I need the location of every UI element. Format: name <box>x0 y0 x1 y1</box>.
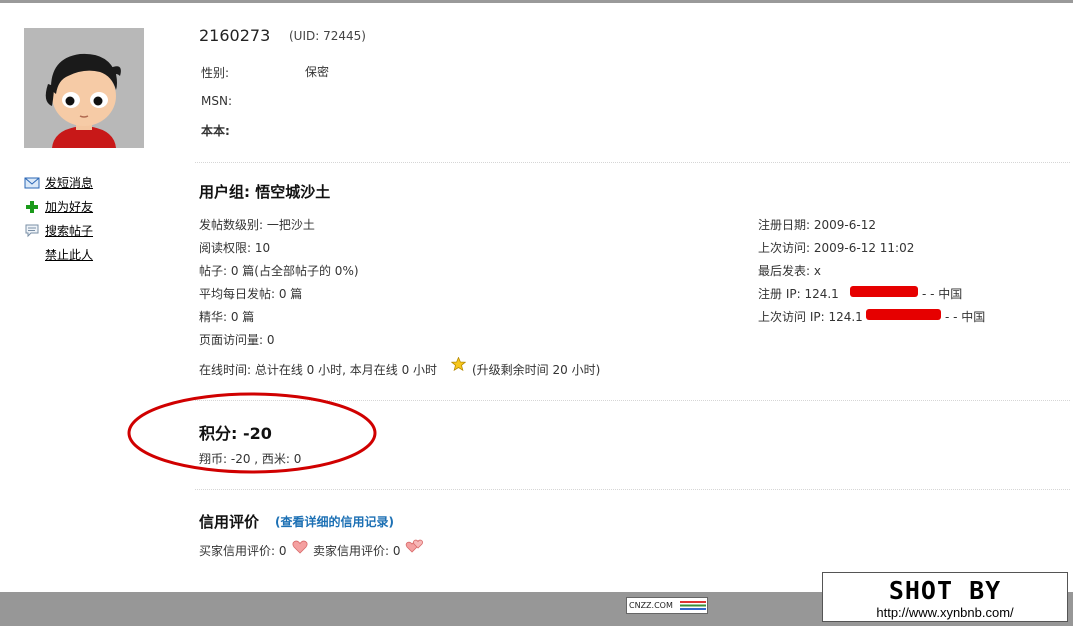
ban-user-label: 禁止此人 <box>45 248 94 262</box>
gender-value: 保密 <box>305 65 330 79</box>
shot-by-text: SHOT BY <box>888 576 1002 605</box>
page-views: 页面访问量: 0 <box>199 333 275 347</box>
read-permission: 阅读权限: 10 <box>199 241 271 255</box>
register-ip-prefix: 注册 IP: 124.1 <box>758 287 839 301</box>
post-count: 帖子: 0 篇(占全部帖子的 0%) <box>199 264 359 278</box>
search-posts-link[interactable]: 搜索帖子 <box>24 222 93 246</box>
avatar <box>24 28 144 148</box>
register-ip: 注册 IP: 124.1 <box>758 285 839 302</box>
speech-bubble-icon <box>24 224 40 238</box>
last-post: 最后发表: x <box>758 264 821 278</box>
register-date: 注册日期: 2009-6-12 <box>758 218 876 232</box>
divider <box>195 489 1070 490</box>
send-message-label: 发短消息 <box>45 176 94 190</box>
shot-by-watermark: SHOT BY http://www.xynbnb.com/ <box>822 572 1068 622</box>
daily-posts: 平均每日发帖: 0 篇 <box>199 287 303 301</box>
post-level: 发帖数级别: 一把沙土 <box>199 218 315 232</box>
usergroup-title: 用户组: 悟空城沙土 <box>199 183 331 201</box>
last-visit-ip-prefix: 上次访问 IP: 124.1 <box>758 310 863 324</box>
profile-actions: 发短消息 加为好友 搜索帖子 禁止此人 <box>24 174 93 270</box>
hearts-icon <box>405 538 425 557</box>
username: 2160273 <box>199 26 271 45</box>
envelope-icon <box>24 176 40 190</box>
cnzz-badge[interactable]: CNZZ.COM <box>626 597 708 614</box>
cnzz-label: CNZZ.COM <box>629 601 673 610</box>
redaction-mark <box>850 286 918 297</box>
user-uid: (UID: 72445) <box>289 29 366 43</box>
last-visit-ip-location: - - 中国 <box>945 310 986 324</box>
send-message-link[interactable]: 发短消息 <box>24 174 93 198</box>
msn-label: MSN: <box>201 94 232 108</box>
top-border <box>0 0 1073 3</box>
heart-icon <box>292 540 308 557</box>
last-visit-ip: 上次访问 IP: 124.1 <box>758 308 863 325</box>
add-friend-link[interactable]: 加为好友 <box>24 198 93 222</box>
upgrade-time: (升级剩余时间 20 小时) <box>472 363 601 377</box>
star-icon <box>450 356 467 374</box>
add-friend-label: 加为好友 <box>45 200 94 214</box>
credit-rating-title: 信用评价 <box>199 513 260 531</box>
digest-count: 精华: 0 篇 <box>199 310 255 324</box>
credit-history-link[interactable]: (查看详细的信用记录) <box>275 513 394 530</box>
annotation-circle <box>127 392 377 474</box>
notebook-label: 本本: <box>201 124 230 138</box>
last-visit: 上次访问: 2009-6-12 11:02 <box>758 241 915 255</box>
shot-by-url: http://www.xynbnb.com/ <box>876 605 1014 620</box>
buyer-rating: 买家信用评价: 0 <box>199 544 287 558</box>
ban-user-link[interactable]: 禁止此人 <box>24 246 93 270</box>
redaction-mark <box>866 309 941 320</box>
online-time: 在线时间: 总计在线 0 小时, 本月在线 0 小时 <box>199 363 438 377</box>
search-posts-label: 搜索帖子 <box>45 224 94 238</box>
gender-label: 性别: <box>201 66 230 80</box>
register-ip-location: - - 中国 <box>922 287 963 301</box>
seller-rating: 卖家信用评价: 0 <box>313 544 401 558</box>
plus-icon <box>24 200 40 214</box>
divider <box>195 162 1070 163</box>
stats-bars-icon <box>680 601 706 610</box>
